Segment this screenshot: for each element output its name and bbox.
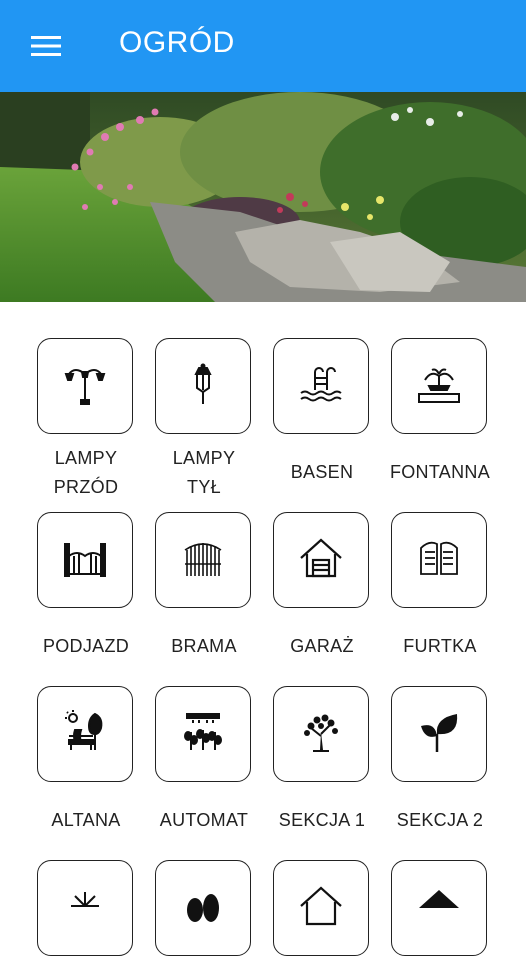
leaf-icon: [415, 708, 463, 761]
app-bar: OGRÓD: [0, 0, 526, 92]
garage-icon: [297, 534, 345, 587]
hamburger-menu-icon: [31, 36, 61, 56]
gate-icon: [179, 534, 227, 587]
tile-button[interactable]: [155, 338, 251, 434]
tile-label: BRAMA: [171, 636, 237, 656]
sprinkler-icon: [179, 708, 227, 761]
street-lamp-icon: [61, 360, 109, 413]
tile-label: FONTANNA: [389, 462, 491, 482]
driveway-gate-icon: [61, 534, 109, 587]
tile-button[interactable]: [391, 338, 487, 434]
tile-button[interactable]: [391, 686, 487, 782]
tile-label: PODJAZD: [42, 636, 130, 656]
tile-button[interactable]: [37, 512, 133, 608]
tile-label: FURTKA: [403, 636, 477, 656]
garden-photo: [0, 92, 526, 302]
tile-label: BASEN: [290, 462, 354, 482]
wicket-door-icon: [415, 534, 463, 587]
tile-label: GARAŻ: [290, 636, 354, 656]
house-icon: [297, 882, 345, 935]
tile-button[interactable]: [155, 686, 251, 782]
page-title: OGRÓD: [119, 26, 235, 59]
tile-label: SEKCJA 1: [278, 810, 366, 830]
tile-label: SEKCJA 2: [396, 810, 484, 830]
pool-icon: [297, 360, 345, 413]
tile-label: LAMPY: [54, 448, 118, 468]
tile-label: ALTANA: [51, 810, 121, 830]
tile-button[interactable]: [37, 338, 133, 434]
tile-label-line2: TYŁ: [187, 477, 221, 497]
tile-label: LAMPY: [172, 448, 236, 468]
tile-button[interactable]: [37, 686, 133, 782]
roof-icon: [415, 882, 463, 935]
shrub-icon: [179, 882, 227, 935]
tile-button[interactable]: [391, 860, 487, 956]
tile-button[interactable]: [273, 512, 369, 608]
tile-label-line2: PRZÓD: [53, 477, 119, 497]
tile-button[interactable]: [391, 512, 487, 608]
gazebo-icon: [61, 708, 109, 761]
tile-button[interactable]: [273, 860, 369, 956]
tile-button[interactable]: [273, 686, 369, 782]
fireworks-icon: [61, 882, 109, 935]
tile-label: AUTOMAT: [159, 810, 249, 830]
tile-button[interactable]: [273, 338, 369, 434]
lantern-icon: [179, 360, 227, 413]
tile-button[interactable]: [155, 860, 251, 956]
tree-icon: [297, 708, 345, 761]
tile-button[interactable]: [155, 512, 251, 608]
menu-button[interactable]: [22, 28, 70, 64]
fountain-icon: [415, 360, 463, 413]
tile-button[interactable]: [37, 860, 133, 956]
